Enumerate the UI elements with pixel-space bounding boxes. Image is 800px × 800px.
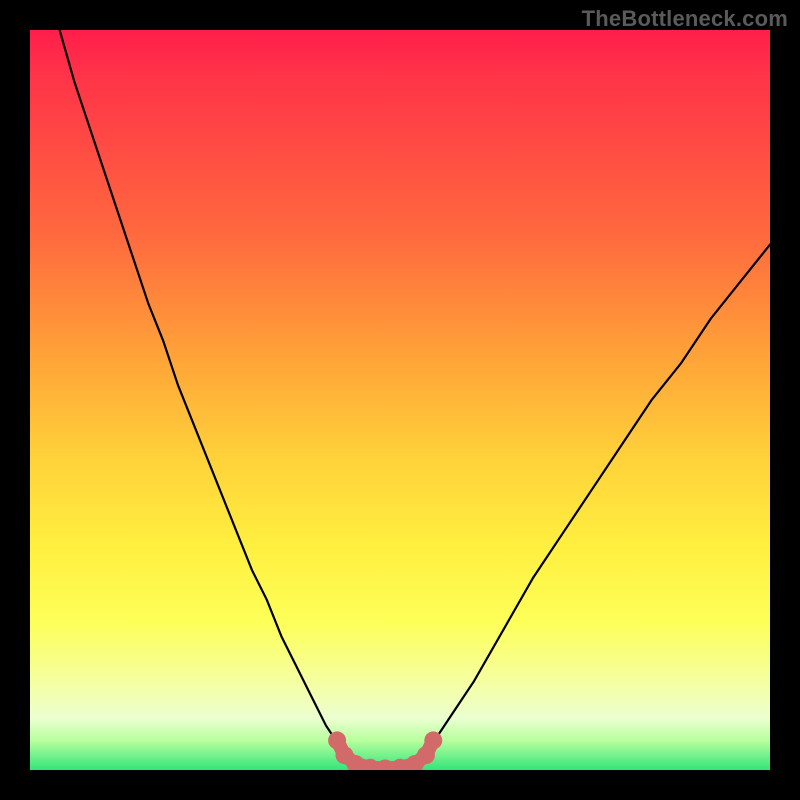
optimal-region-markers bbox=[328, 731, 442, 770]
bottleneck-curve bbox=[60, 30, 770, 769]
watermark-label: TheBottleneck.com bbox=[582, 6, 788, 32]
marker-dot bbox=[424, 731, 442, 749]
curve-layer bbox=[30, 30, 770, 770]
plot-area bbox=[30, 30, 770, 770]
chart-frame: TheBottleneck.com bbox=[0, 0, 800, 800]
